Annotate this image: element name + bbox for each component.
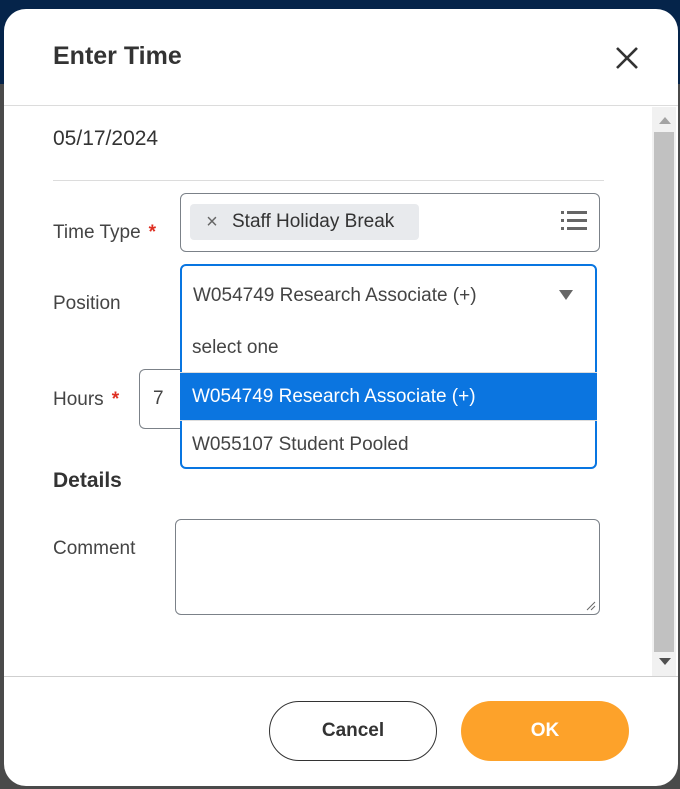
enter-time-dialog: Enter Time 05/17/2024 Time Type * × Staff… [4,9,678,786]
position-select[interactable]: W054749 Research Associate (+) select on… [180,264,597,469]
ok-button[interactable]: OK [461,701,629,761]
scroll-down-icon[interactable] [659,658,671,665]
resize-handle-icon[interactable] [586,601,596,611]
time-type-input[interactable]: × Staff Holiday Break [180,193,600,252]
details-heading: Details [53,469,122,492]
position-selected-value: W054749 Research Associate (+) [193,285,477,306]
divider [53,180,604,181]
position-options-list: select one W054749 Research Associate (+… [180,324,597,468]
time-type-label-text: Time Type [53,222,141,243]
option-select-one[interactable]: select one [180,324,597,372]
time-type-chip: × Staff Holiday Break [190,204,419,240]
dialog-footer: Cancel OK [4,676,678,786]
time-type-label: Time Type * [53,222,156,244]
hours-label: Hours * [53,389,119,411]
remove-chip-icon[interactable]: × [202,211,222,234]
required-marker: * [148,222,157,243]
scroll-up-icon[interactable] [659,117,671,124]
comment-label: Comment [53,538,136,559]
date-display: 05/17/2024 [53,127,159,150]
option-research-associate[interactable]: W054749 Research Associate (+) [180,372,597,420]
cancel-button[interactable]: Cancel [269,701,437,761]
hours-label-text: Hours [53,389,104,410]
position-label: Position [53,293,121,314]
chip-label: Staff Holiday Break [232,211,395,232]
scrollbar[interactable] [652,107,676,677]
scroll-thumb[interactable] [654,132,674,652]
hours-value: 7 [153,388,164,409]
dropdown-arrow-icon [559,290,573,300]
dialog-title: Enter Time [53,42,182,70]
dialog-header: Enter Time [4,9,678,106]
required-marker: * [111,389,120,410]
dialog-body: 05/17/2024 Time Type * × Staff Holiday Br… [4,107,678,677]
close-icon [616,47,638,69]
comment-textarea[interactable] [175,519,600,615]
close-button[interactable] [612,43,642,73]
option-student-pooled[interactable]: W055107 Student Pooled [180,420,597,468]
list-icon[interactable] [561,210,587,232]
